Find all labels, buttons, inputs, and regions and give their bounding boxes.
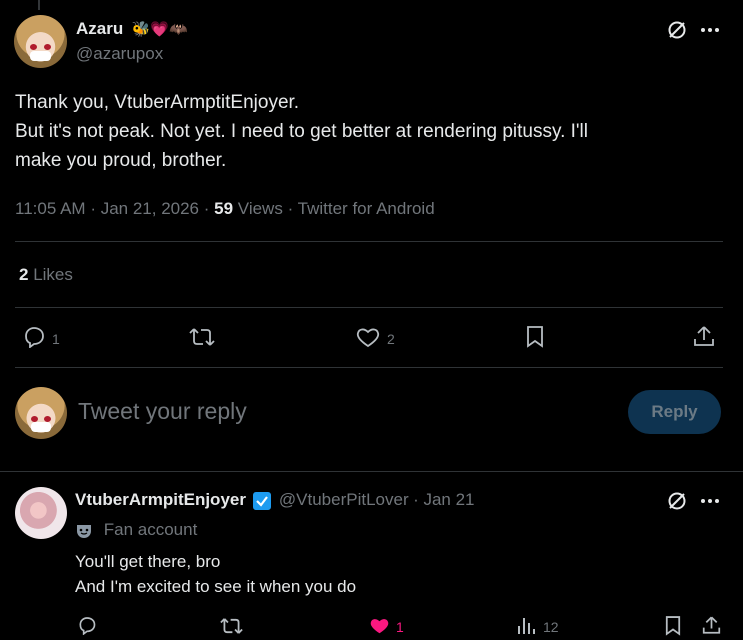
tweet-text-line: make you proud, brother.	[15, 150, 227, 171]
share-icon[interactable]	[693, 324, 715, 348]
reply-input[interactable]: Tweet your reply	[78, 398, 247, 425]
grok-icon[interactable]	[667, 491, 687, 511]
heart-icon: 💗	[150, 21, 170, 38]
reply-icon[interactable]	[77, 616, 97, 635]
reply-header: VtuberArmpitEnjoyer @VtuberPitLover · Ja…	[75, 490, 475, 510]
more-icon[interactable]	[700, 27, 720, 33]
thread-connector	[38, 0, 40, 10]
reply-views-count: 12	[543, 619, 559, 635]
tweet-meta: 11:05 AM · Jan 21, 2026 · 59 Views · Twi…	[15, 199, 435, 218]
retweet-icon[interactable]	[220, 617, 243, 635]
divider	[15, 241, 723, 242]
fan-account-label: Fan account	[103, 520, 198, 539]
liked-heart-icon[interactable]	[369, 617, 390, 635]
tweet-time[interactable]: 11:05 AM	[15, 199, 86, 218]
like-count: 2	[387, 331, 395, 347]
divider	[15, 367, 723, 368]
author-name-row: Azaru 🐝💗🦇	[76, 19, 188, 39]
views-label: Views	[237, 199, 283, 218]
author-name[interactable]: Azaru	[76, 19, 123, 38]
reply-like-count: 1	[396, 619, 404, 635]
author-handle[interactable]: @azarupox	[76, 44, 163, 64]
fan-account-label-row: Fan account	[75, 520, 197, 540]
bookmark-icon[interactable]	[665, 615, 681, 636]
more-icon[interactable]	[700, 498, 720, 504]
bat-icon: 🦇	[169, 21, 188, 38]
bee-icon: 🐝	[131, 21, 151, 38]
reply-count: 1	[52, 331, 60, 347]
reply-text-line: And I'm excited to see it when you do	[75, 577, 357, 596]
theater-mask-icon	[77, 524, 91, 538]
divider	[15, 307, 723, 308]
reply-text-line: You'll get there, bro	[75, 552, 221, 571]
views-icon[interactable]	[517, 616, 537, 635]
retweet-icon[interactable]	[189, 327, 215, 347]
tweet-date[interactable]: Jan 21, 2026	[101, 199, 199, 218]
reply-author-avatar[interactable]	[15, 487, 67, 539]
likes-count: 2	[19, 265, 29, 284]
divider	[0, 471, 743, 472]
current-user-avatar[interactable]	[15, 387, 67, 439]
bookmark-icon[interactable]	[526, 325, 544, 348]
reply-author-handle[interactable]: @VtuberPitLover	[279, 490, 409, 509]
tweet-source[interactable]: Twitter for Android	[298, 199, 435, 218]
tweet-text: Thank you, VtuberArmptitEnjoyer. But it'…	[15, 88, 725, 175]
verified-badge-icon	[253, 491, 272, 510]
tweet-text-line: But it's not peak. Not yet. I need to ge…	[15, 121, 588, 142]
likes-row[interactable]: 2 Likes	[19, 265, 73, 285]
reply-icon[interactable]	[22, 326, 46, 348]
share-icon[interactable]	[702, 614, 721, 636]
views-count: 59	[214, 199, 234, 218]
tweet-text-line: Thank you, VtuberArmptitEnjoyer.	[15, 92, 300, 113]
grok-icon[interactable]	[667, 20, 687, 40]
like-icon[interactable]	[356, 327, 380, 348]
reply-button[interactable]: Reply	[628, 390, 721, 434]
author-avatar[interactable]	[14, 15, 67, 68]
likes-label: Likes	[33, 265, 73, 284]
reply-author-name[interactable]: VtuberArmpitEnjoyer	[75, 490, 246, 509]
reply-date[interactable]: Jan 21	[423, 490, 474, 509]
reply-text: You'll get there, bro And I'm excited to…	[75, 549, 356, 599]
